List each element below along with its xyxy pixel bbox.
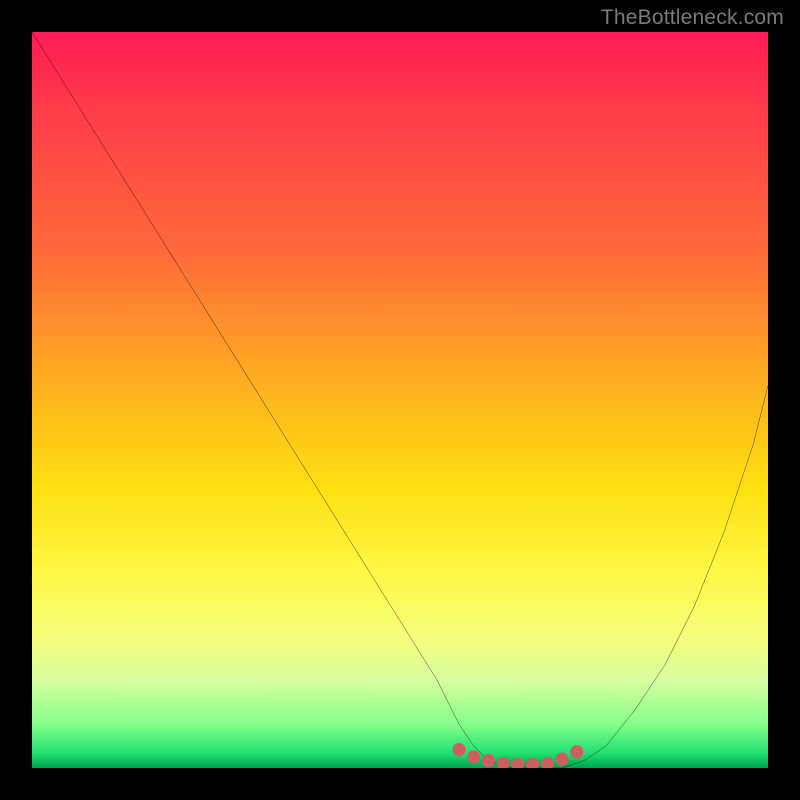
curve-path — [32, 32, 768, 768]
optimal-marker — [511, 758, 524, 768]
chart-frame: TheBottleneck.com — [0, 0, 800, 800]
optimal-marker — [541, 757, 554, 768]
plot-area — [32, 32, 768, 768]
optimal-marker — [570, 745, 583, 758]
optimal-marker — [482, 754, 495, 767]
optimal-range-markers — [452, 743, 583, 768]
optimal-marker — [555, 753, 568, 766]
watermark-text: TheBottleneck.com — [601, 6, 784, 30]
optimal-marker — [496, 757, 509, 768]
bottleneck-curve — [32, 32, 768, 768]
optimal-marker — [526, 758, 539, 768]
optimal-marker — [467, 750, 480, 763]
optimal-marker — [452, 743, 465, 756]
